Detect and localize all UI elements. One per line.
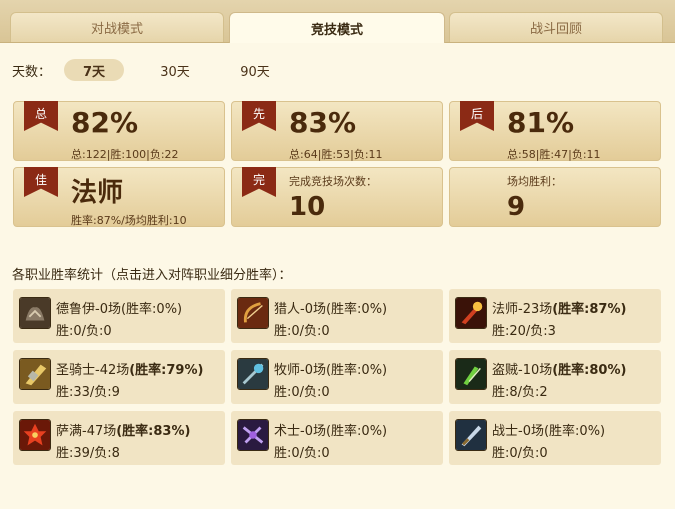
- class-card-mage[interactable]: 法师-23场(胜率:87%) 胜:20/负:3: [449, 289, 661, 343]
- class-name: 德鲁伊-0场: [56, 302, 121, 317]
- second-badge: 后: [460, 101, 494, 131]
- avg-value: 9: [507, 192, 526, 222]
- class-card-warlock[interactable]: 术士-0场(胜率:0%) 胜:0/负:0: [231, 411, 443, 465]
- best-class-detail: 胜率:87%/场均胜利:10: [71, 214, 187, 227]
- class-card-hunter[interactable]: 猎人-0场(胜率:0%) 胜:0/负:0: [231, 289, 443, 343]
- class-rate: (胜率:0%): [120, 302, 183, 317]
- class-rate: (胜率:0%): [325, 424, 388, 439]
- class-card-warrior[interactable]: 战士-0场(胜率:0%) 胜:0/负:0: [449, 411, 661, 465]
- class-rate: (胜率:0%): [543, 424, 606, 439]
- class-win-loss: 胜:0/负:0: [274, 324, 330, 339]
- days-90-button[interactable]: 90天: [228, 59, 282, 81]
- class-rate: (胜率:79%): [129, 363, 204, 378]
- class-win-loss: 胜:33/负:9: [56, 385, 120, 400]
- tab-battle-mode[interactable]: 对战模式: [10, 12, 224, 42]
- class-name: 法师-23场: [492, 302, 553, 317]
- warrior-icon: [455, 419, 487, 451]
- class-stats-title: 各职业胜率统计（点击进入对阵职业细分胜率）：: [12, 268, 292, 283]
- complete-count-card: 完 完成竞技场次数： 10: [231, 167, 443, 227]
- class-rate: (胜率:0%): [325, 363, 388, 378]
- paladin-icon: [19, 358, 51, 390]
- first-detail: 总:64|胜:53|负:11: [289, 148, 383, 161]
- class-name: 萨满-47场: [56, 424, 117, 439]
- best-badge: 佳: [24, 167, 58, 197]
- complete-label: 完成竞技场次数：: [289, 175, 377, 188]
- mage-icon: [455, 297, 487, 329]
- shaman-icon: [19, 419, 51, 451]
- tab-battle-review[interactable]: 战斗回顾: [449, 12, 663, 42]
- class-win-loss: 胜:8/负:2: [492, 385, 548, 400]
- class-name: 战士-0场: [492, 424, 544, 439]
- total-badge: 总: [24, 101, 58, 131]
- warlock-icon: [237, 419, 269, 451]
- avg-wins-card: 场均胜利： 9: [449, 167, 661, 227]
- tab-bar: 对战模式 竞技模式 战斗回顾: [0, 0, 675, 43]
- class-win-loss: 胜:20/负:3: [492, 324, 556, 339]
- first-badge: 先: [242, 101, 276, 131]
- class-rate: (胜率:80%): [552, 363, 627, 378]
- class-card-druid[interactable]: 德鲁伊-0场(胜率:0%) 胜:0/负:0: [13, 289, 225, 343]
- class-name: 猎人-0场: [274, 302, 326, 317]
- class-rate: (胜率:0%): [325, 302, 388, 317]
- priest-icon: [237, 358, 269, 390]
- class-card-shaman[interactable]: 萨满-47场(胜率:83%) 胜:39/负:8: [13, 411, 225, 465]
- class-name: 盗贼-10场: [492, 363, 553, 378]
- class-card-paladin[interactable]: 圣骑士-42场(胜率:79%) 胜:33/负:9: [13, 350, 225, 404]
- days-label: 天数：: [12, 65, 52, 80]
- class-win-loss: 胜:39/负:8: [56, 446, 120, 461]
- class-name: 术士-0场: [274, 424, 326, 439]
- second-rate: 81%: [507, 106, 575, 139]
- hunter-icon: [237, 297, 269, 329]
- druid-icon: [19, 297, 51, 329]
- second-winrate-card: 后 81% 总:58|胜:47|负:11: [449, 101, 661, 161]
- total-winrate-card: 总 82% 总:122|胜:100|负:22: [13, 101, 225, 161]
- best-class-card: 佳 法师 胜率:87%/场均胜利:10: [13, 167, 225, 227]
- first-winrate-card: 先 83% 总:64|胜:53|负:11: [231, 101, 443, 161]
- days-30-button[interactable]: 30天: [148, 59, 202, 81]
- complete-badge: 完: [242, 167, 276, 197]
- complete-value: 10: [289, 192, 326, 222]
- class-win-loss: 胜:0/负:0: [274, 385, 330, 400]
- second-detail: 总:58|胜:47|负:11: [507, 148, 601, 161]
- total-rate: 82%: [71, 106, 139, 139]
- class-win-loss: 胜:0/负:0: [274, 446, 330, 461]
- first-rate: 83%: [289, 106, 357, 139]
- days-7-button[interactable]: 7天: [64, 59, 124, 81]
- class-win-loss: 胜:0/负:0: [56, 324, 112, 339]
- total-detail: 总:122|胜:100|负:22: [71, 148, 179, 161]
- class-rate: (胜率:87%): [552, 302, 627, 317]
- class-win-loss: 胜:0/负:0: [492, 446, 548, 461]
- class-card-rogue[interactable]: 盗贼-10场(胜率:80%) 胜:8/负:2: [449, 350, 661, 404]
- best-class-name: 法师: [71, 178, 124, 208]
- class-name: 牧师-0场: [274, 363, 326, 378]
- class-rate: (胜率:83%): [116, 424, 191, 439]
- tab-arena-mode[interactable]: 竞技模式: [229, 12, 445, 43]
- class-card-priest[interactable]: 牧师-0场(胜率:0%) 胜:0/负:0: [231, 350, 443, 404]
- class-name: 圣骑士-42场: [56, 363, 130, 378]
- rogue-icon: [455, 358, 487, 390]
- avg-label: 场均胜利：: [507, 175, 562, 188]
